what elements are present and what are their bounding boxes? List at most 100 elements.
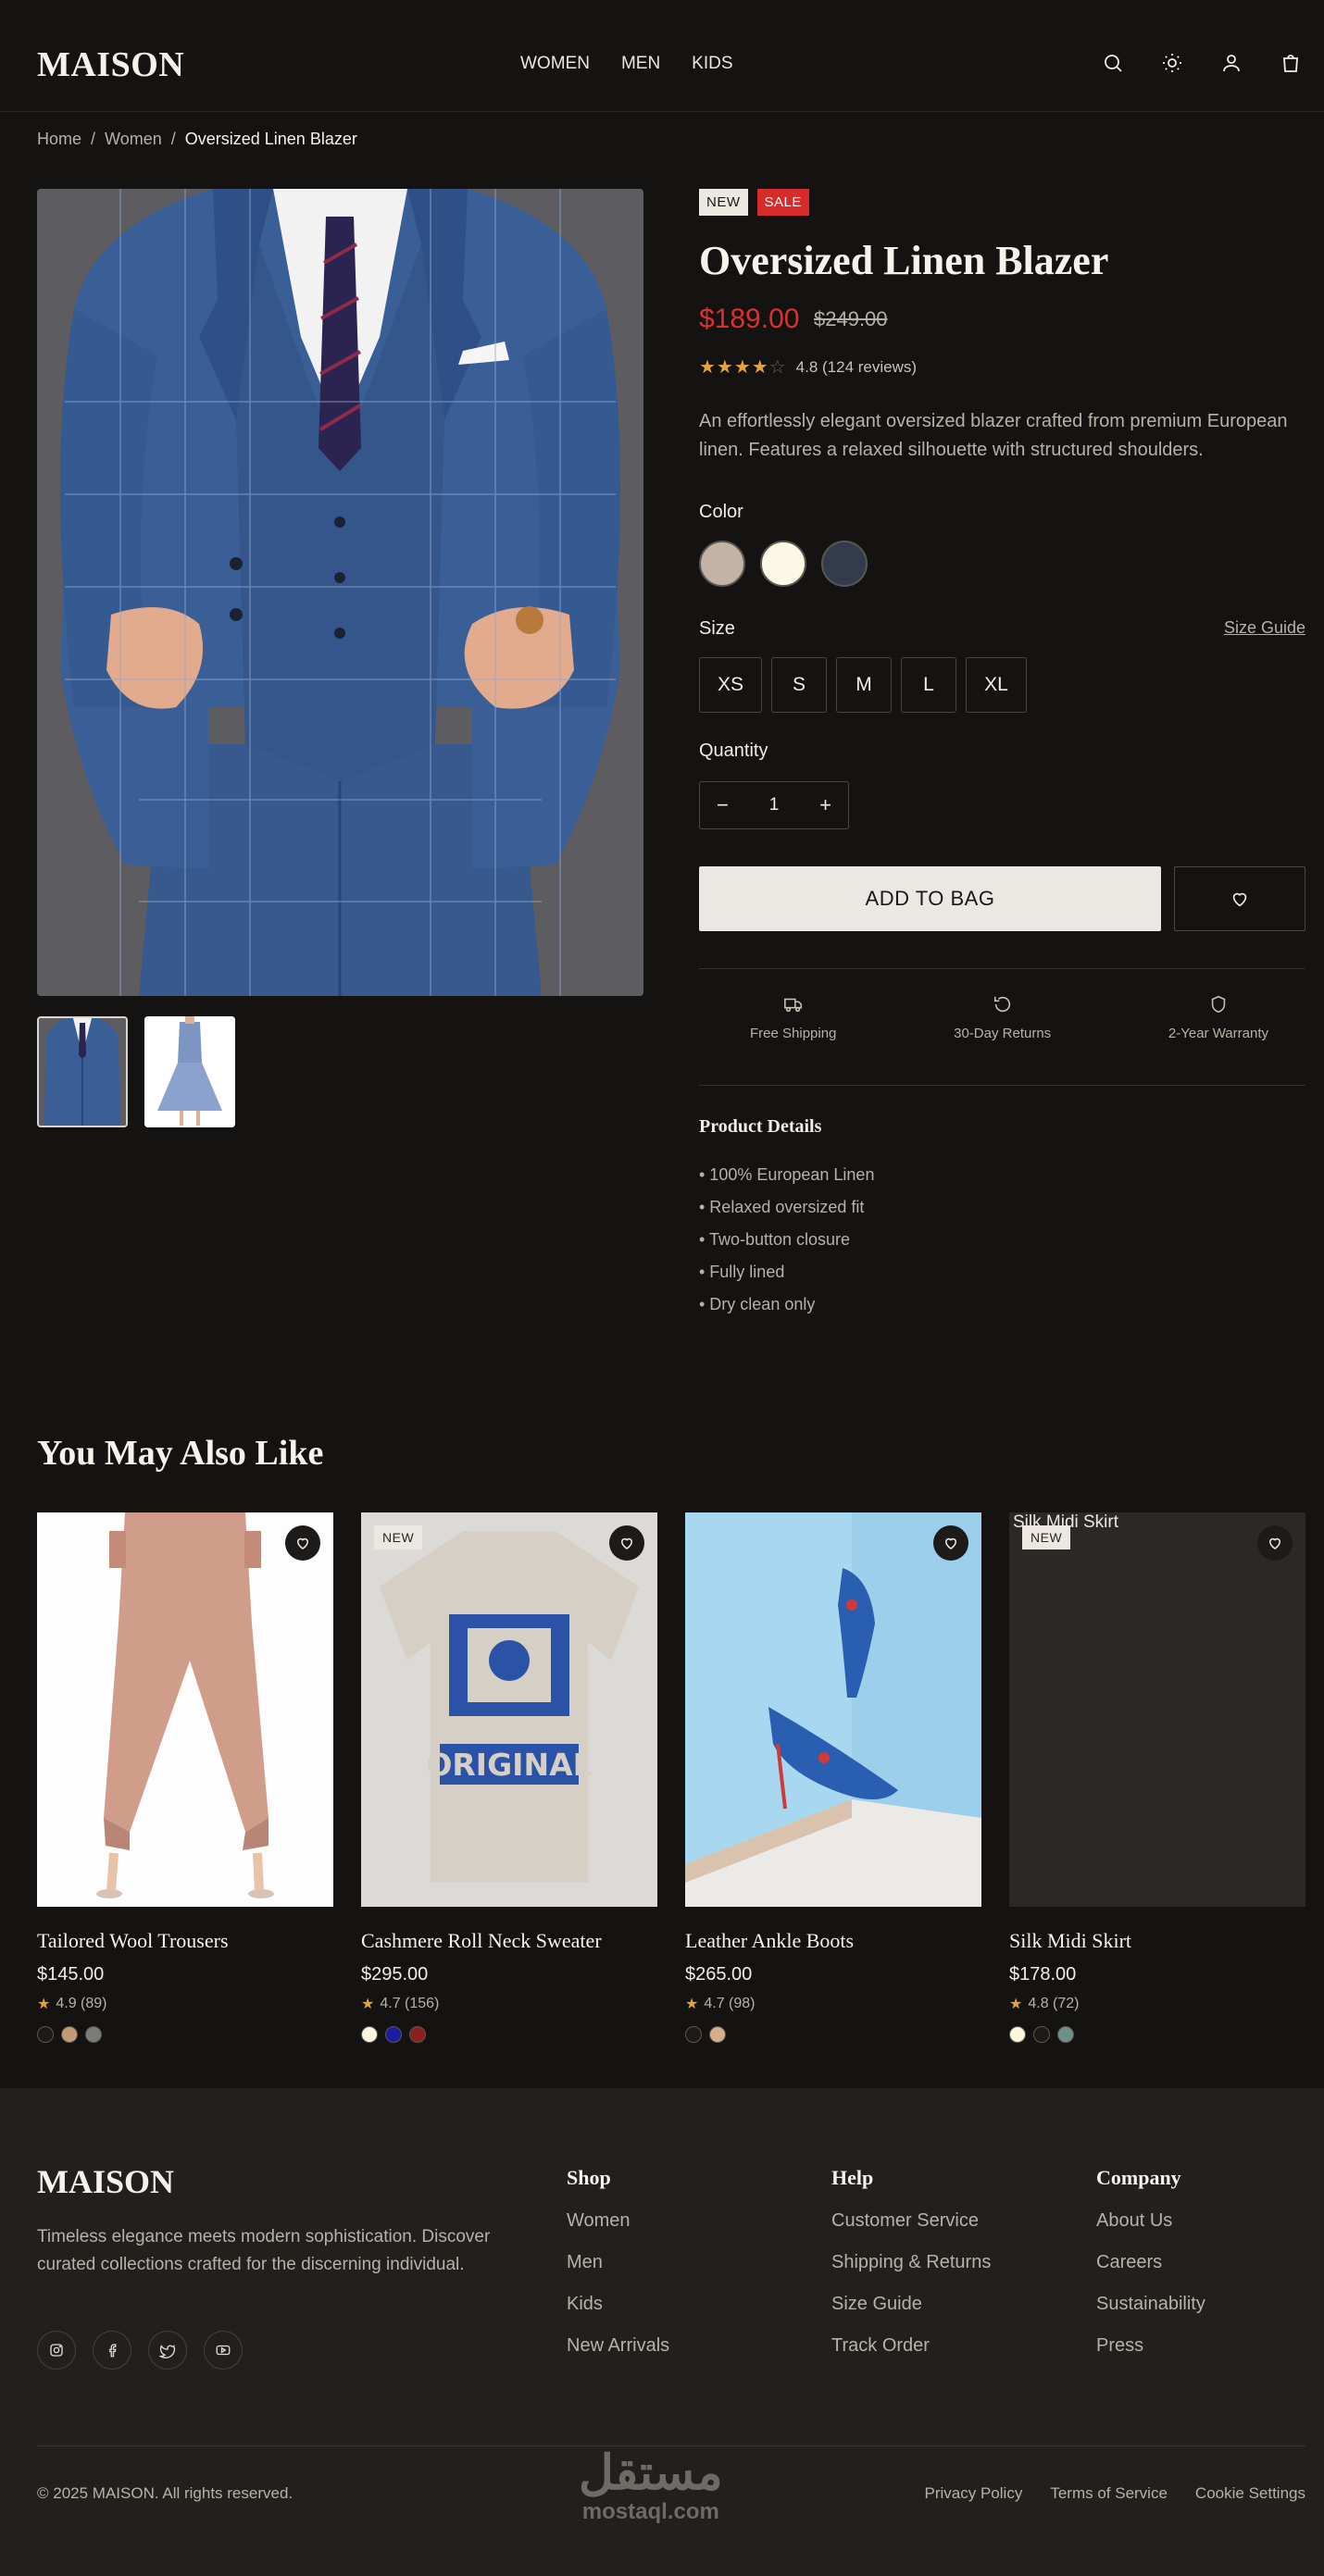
product-card-image[interactable]: Silk Midi Skirt NEW: [1009, 1512, 1305, 1907]
heart-icon: [620, 1537, 633, 1549]
product-card-image[interactable]: [685, 1512, 981, 1907]
twitter-icon[interactable]: [148, 2331, 187, 2370]
footer-link[interactable]: Shipping & Returns: [831, 2252, 991, 2273]
size-m[interactable]: M: [836, 657, 892, 713]
detail-item: • Relaxed oversized fit: [699, 1198, 865, 1216]
user-icon[interactable]: [1218, 50, 1244, 76]
breadcrumb-women[interactable]: Women: [105, 130, 162, 149]
quantity-value[interactable]: 1: [769, 795, 780, 815]
product-card-image[interactable]: ORIGINAL NEW: [361, 1512, 657, 1907]
decrease-button[interactable]: −: [717, 793, 729, 817]
footer-link[interactable]: Men: [567, 2252, 669, 2273]
detail-item: • Fully lined: [699, 1263, 785, 1281]
footer-logo[interactable]: MAISON: [37, 2162, 174, 2201]
youtube-icon[interactable]: [204, 2331, 243, 2370]
footer-column-title: Company: [1096, 2166, 1181, 2189]
color-swatch-taupe[interactable]: [699, 541, 745, 587]
cookie-settings-link[interactable]: Cookie Settings: [1195, 2484, 1305, 2503]
increase-button[interactable]: +: [819, 793, 831, 817]
footer-link[interactable]: Customer Service: [831, 2210, 991, 2232]
product-card[interactable]: ORIGINAL NEW Cashmere Roll Neck Sweater …: [361, 1512, 657, 2043]
shield-icon: [1211, 995, 1226, 1014]
size-l[interactable]: L: [901, 657, 956, 713]
footer-column-help: Help Customer Service Shipping & Returns…: [831, 2166, 991, 2377]
thumbnail-dress[interactable]: [144, 1016, 235, 1127]
size-xs[interactable]: XS: [699, 657, 762, 713]
card-wishlist-button[interactable]: [609, 1525, 644, 1561]
color-swatch-cream[interactable]: [760, 541, 806, 587]
color-dot[interactable]: [709, 2026, 726, 2043]
size-xl[interactable]: XL: [966, 657, 1027, 713]
footer-link[interactable]: About Us: [1096, 2210, 1205, 2232]
footer-link[interactable]: New Arrivals: [567, 2335, 669, 2357]
detail-item: • Dry clean only: [699, 1295, 816, 1313]
sun-icon[interactable]: [1159, 50, 1185, 76]
color-swatch-navy[interactable]: [821, 541, 868, 587]
product-badges: NEW SALE: [699, 189, 1305, 216]
legal-links: Privacy Policy Terms of Service Cookie S…: [925, 2484, 1305, 2503]
add-to-bag-button[interactable]: ADD TO BAG: [699, 866, 1161, 931]
feature-warranty: 2-Year Warranty: [1168, 994, 1268, 1041]
size-guide-link[interactable]: Size Guide: [1224, 618, 1305, 638]
color-dot[interactable]: [685, 2026, 702, 2043]
instagram-icon[interactable]: [37, 2331, 76, 2370]
related-heading: You May Also Like: [37, 1434, 324, 1473]
sale-badge: SALE: [756, 189, 809, 216]
footer-link[interactable]: Size Guide: [831, 2294, 991, 2315]
nav-men[interactable]: MEN: [621, 54, 660, 74]
feature-label: Free Shipping: [750, 1026, 837, 1041]
site-header: MAISON WOMEN MEN KIDS: [0, 0, 1324, 112]
product-card-name[interactable]: Tailored Wool Trousers: [37, 1929, 333, 1953]
wishlist-button[interactable]: [1174, 866, 1305, 931]
product-card[interactable]: Silk Midi Skirt NEW Silk Midi Skirt $178…: [1009, 1512, 1305, 2043]
color-dot[interactable]: [61, 2026, 78, 2043]
search-icon[interactable]: [1100, 50, 1126, 76]
color-dot[interactable]: [1057, 2026, 1074, 2043]
product-card-name[interactable]: Leather Ankle Boots: [685, 1929, 981, 1953]
terms-link[interactable]: Terms of Service: [1050, 2484, 1168, 2503]
product-card-colors: [37, 2026, 333, 2043]
color-dot[interactable]: [1033, 2026, 1050, 2043]
color-dot[interactable]: [409, 2026, 426, 2043]
product-card-image[interactable]: [37, 1512, 333, 1907]
watermark-domain: mostaql.com: [581, 2499, 719, 2524]
card-wishlist-button[interactable]: [933, 1525, 968, 1561]
footer-link[interactable]: Track Order: [831, 2335, 991, 2357]
color-dot[interactable]: [37, 2026, 54, 2043]
footer-link[interactable]: Press: [1096, 2335, 1205, 2357]
thumbnail-blazer[interactable]: [37, 1016, 128, 1127]
nav-kids[interactable]: KIDS: [692, 54, 732, 74]
card-wishlist-button[interactable]: [1257, 1525, 1293, 1561]
product-card-name[interactable]: Cashmere Roll Neck Sweater: [361, 1929, 657, 1953]
facebook-icon[interactable]: [93, 2331, 131, 2370]
star-icon: ★: [1009, 1997, 1023, 2012]
color-label: Color: [699, 502, 743, 522]
watermark-arabic: مستقل: [579, 2446, 723, 2500]
nav-women[interactable]: WOMEN: [520, 54, 590, 74]
rotate-icon: [993, 996, 1010, 1013]
new-badge: NEW: [1022, 1525, 1071, 1549]
footer-link[interactable]: Women: [567, 2210, 669, 2232]
product-card[interactable]: Leather Ankle Boots $265.00 ★ 4.7 (98): [685, 1512, 981, 2043]
card-wishlist-button[interactable]: [285, 1525, 320, 1561]
color-dot[interactable]: [85, 2026, 102, 2043]
footer-link[interactable]: Careers: [1096, 2252, 1205, 2273]
product-card[interactable]: Tailored Wool Trousers $145.00 ★ 4.9 (89): [37, 1512, 333, 2043]
footer-link[interactable]: Sustainability: [1096, 2294, 1205, 2315]
product-card-rating: ★ 4.9 (89): [37, 1995, 333, 2013]
heart-icon: [944, 1537, 957, 1549]
footer-link[interactable]: Kids: [567, 2294, 669, 2315]
color-dot[interactable]: [385, 2026, 402, 2043]
product-features: Free Shipping 30-Day Returns 2-Year Warr…: [699, 994, 1305, 1041]
privacy-policy-link[interactable]: Privacy Policy: [925, 2484, 1023, 2503]
product-rating[interactable]: ★★★★☆ 4.8 (124 reviews): [699, 355, 917, 379]
size-s[interactable]: S: [771, 657, 827, 713]
breadcrumb: Home / Women / Oversized Linen Blazer: [37, 130, 357, 149]
bag-icon[interactable]: [1278, 50, 1304, 76]
color-dot[interactable]: [1009, 2026, 1026, 2043]
product-card-name[interactable]: Silk Midi Skirt: [1009, 1929, 1305, 1953]
brand-logo[interactable]: MAISON: [37, 44, 184, 85]
breadcrumb-home[interactable]: Home: [37, 130, 81, 149]
product-card-colors: [361, 2026, 657, 2043]
color-dot[interactable]: [361, 2026, 378, 2043]
